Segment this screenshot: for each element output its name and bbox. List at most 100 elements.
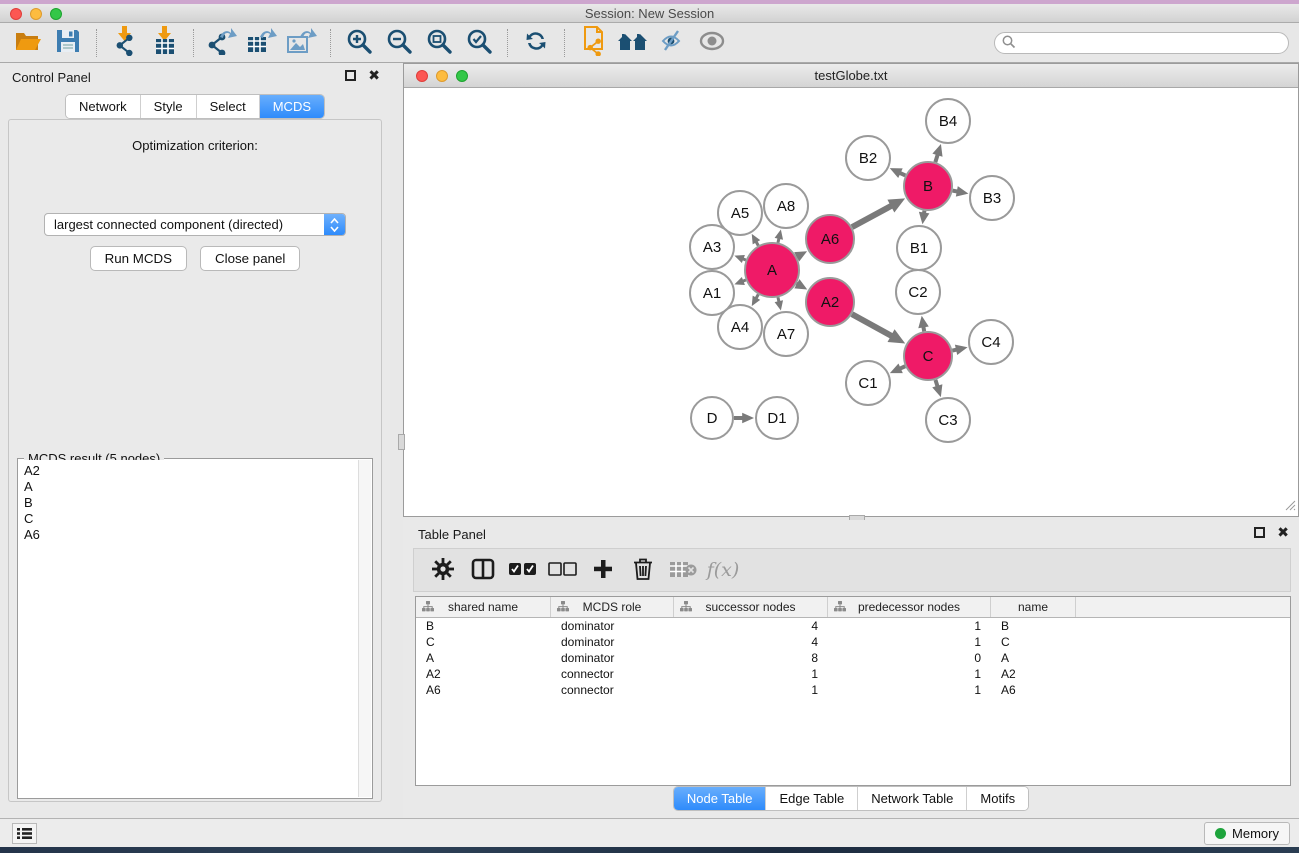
arrowhead-icon [919,212,930,224]
export-image-button[interactable] [282,26,322,60]
cell-successor-nodes[interactable]: 1 [674,666,828,682]
node-table[interactable]: shared nameMCDS rolesuccessor nodesprede… [415,596,1291,786]
run-mcds-button[interactable]: Run MCDS [90,246,187,271]
tab-mcds[interactable]: MCDS [260,95,324,118]
cell-MCDS-role[interactable]: connector [551,682,674,698]
column-header-MCDS-role[interactable]: MCDS role [551,597,674,617]
mcds-result-item[interactable]: B [24,495,353,511]
table-row[interactable]: Cdominator41C [416,634,1290,650]
tab-select[interactable]: Select [197,95,260,118]
tab-style[interactable]: Style [141,95,197,118]
mcds-result-item[interactable]: A [24,479,353,495]
edge-A2-C[interactable] [852,314,892,336]
cell-shared-name[interactable]: A6 [416,682,551,698]
home-button[interactable] [613,26,653,60]
cell-successor-nodes[interactable]: 4 [674,618,828,634]
optimization-criterion-dropdown[interactable]: largest connected component (directed) [44,213,346,236]
cell-shared-name[interactable]: C [416,634,551,650]
cell-successor-nodes[interactable]: 1 [674,682,828,698]
close-table-panel-icon[interactable]: ✖ [1277,527,1289,538]
task-history-button[interactable] [12,823,37,844]
close-panel-icon[interactable]: ✖ [368,70,380,81]
refresh-button[interactable] [516,26,556,60]
cell-name[interactable]: B [991,618,1076,634]
import-table-button[interactable] [145,26,185,60]
resize-grip-icon[interactable] [1284,499,1296,514]
cell-name[interactable]: C [991,634,1076,650]
zoom-fit-button[interactable] [419,26,459,60]
cell-successor-nodes[interactable]: 4 [674,634,828,650]
tab-node-table[interactable]: Node Table [674,787,767,810]
column-header-successor-nodes[interactable]: successor nodes [674,597,828,617]
zoom-selected-button[interactable] [459,26,499,60]
zoom-out-button[interactable] [379,26,419,60]
cell-predecessor-nodes[interactable]: 1 [828,682,991,698]
table-row[interactable]: A2connector11A2 [416,666,1290,682]
save-session-button[interactable] [48,26,88,60]
tab-motifs[interactable]: Motifs [967,787,1028,810]
column-header-shared-name[interactable]: shared name [416,597,551,617]
settings-button[interactable] [426,554,460,586]
edge-A6-B[interactable] [852,205,892,227]
cell-name[interactable]: A [991,650,1076,666]
cell-MCDS-role[interactable]: dominator [551,650,674,666]
column-header-predecessor-nodes[interactable]: predecessor nodes [828,597,991,617]
cell-predecessor-nodes[interactable]: 1 [828,666,991,682]
close-window-button[interactable] [10,8,22,20]
cell-name[interactable]: A2 [991,666,1076,682]
cell-predecessor-nodes[interactable]: 1 [828,618,991,634]
float-panel-icon[interactable] [345,70,356,81]
maximize-window-button[interactable] [50,8,62,20]
control-panel: Control Panel ✖ NetworkStyleSelectMCDS O… [0,63,390,818]
add-column-button[interactable] [586,554,620,586]
zoom-in-button[interactable] [339,26,379,60]
mcds-list-scrollbar[interactable] [358,460,371,797]
network-maximize-button[interactable] [456,70,468,82]
deselect-all-button[interactable] [546,554,580,586]
network-graph[interactable]: B4B2BB3A8A5A6A3B1AA1C2A2A4A7C4CC1C3DD1 [404,88,1298,516]
cell-successor-nodes[interactable]: 8 [674,650,828,666]
export-table-button[interactable] [242,26,282,60]
search-input[interactable] [994,32,1289,54]
cell-shared-name[interactable]: A [416,650,551,666]
refresh-icon [523,28,549,57]
memory-button[interactable]: Memory [1204,822,1290,845]
tab-edge-table[interactable]: Edge Table [766,787,858,810]
close-panel-button[interactable]: Close panel [200,246,300,271]
table-row[interactable]: Bdominator41B [416,618,1290,634]
arrowhead-icon [775,300,783,310]
float-table-panel-icon[interactable] [1254,527,1265,538]
cell-predecessor-nodes[interactable]: 1 [828,634,991,650]
import-network-button[interactable] [105,26,145,60]
show-view-button[interactable] [693,26,733,60]
tab-network-table[interactable]: Network Table [858,787,967,810]
delete-column-button[interactable] [626,554,660,586]
export-network-button[interactable] [202,26,242,60]
network-from-file-button[interactable] [573,26,613,60]
table-row[interactable]: A6connector11A6 [416,682,1290,698]
cell-shared-name[interactable]: A2 [416,666,551,682]
open-file-button[interactable] [8,26,48,60]
split-view-button[interactable] [466,554,500,586]
hide-style-button[interactable] [653,26,693,60]
cell-MCDS-role[interactable]: dominator [551,618,674,634]
select-all-button[interactable] [506,554,540,586]
node-label-B4: B4 [939,113,957,130]
mcds-result-item[interactable]: C [24,511,353,527]
table-row[interactable]: Adominator80A [416,650,1290,666]
mcds-result-item[interactable]: A2 [24,463,353,479]
cell-MCDS-role[interactable]: connector [551,666,674,682]
cell-name[interactable]: A6 [991,682,1076,698]
vertical-splitter-handle[interactable] [398,434,405,450]
mcds-result-item[interactable]: A6 [24,527,353,543]
cell-predecessor-nodes[interactable]: 0 [828,650,991,666]
tab-network[interactable]: Network [66,95,141,118]
network-close-button[interactable] [416,70,428,82]
network-minimize-button[interactable] [436,70,448,82]
column-header-name[interactable]: name [991,597,1076,617]
cell-MCDS-role[interactable]: dominator [551,634,674,650]
network-canvas[interactable]: B4B2BB3A8A5A6A3B1AA1C2A2A4A7C4CC1C3DD1 [404,88,1298,516]
cell-shared-name[interactable]: B [416,618,551,634]
mcds-result-list[interactable]: A2ABCA6 [19,460,358,797]
minimize-window-button[interactable] [30,8,42,20]
